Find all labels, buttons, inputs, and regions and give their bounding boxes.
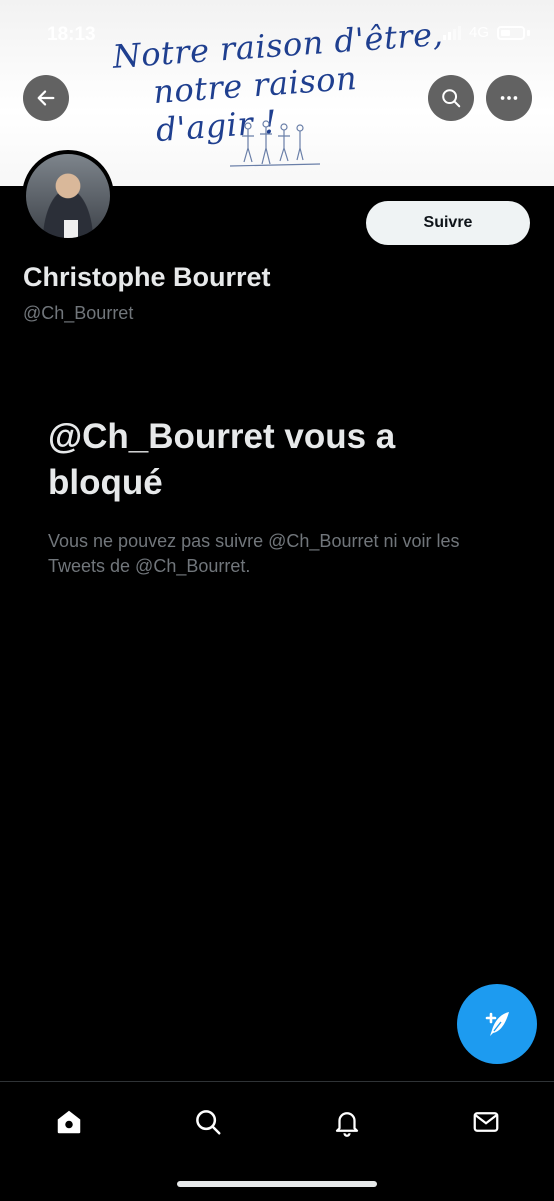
home-icon [57,1110,81,1134]
more-options-button[interactable] [486,75,532,121]
network-type: 4G [468,24,489,41]
avatar-shirt [64,220,78,238]
compose-feather-icon [485,1012,509,1036]
search-button[interactable] [428,75,474,121]
notifications-bell-icon [335,1112,359,1137]
messages-envelope-icon [473,1112,499,1132]
follow-button[interactable]: Suivre [366,201,530,245]
tab-messages[interactable] [466,1102,506,1142]
battery-icon [497,25,525,40]
arrow-left-icon [37,90,55,106]
profile-handle: @Ch_Bourret [23,303,134,323]
banner-figures-illustration [230,120,320,167]
cellular-signal-icon [442,25,461,40]
blocked-description: Vous ne pouvez pas suivre @Ch_Bourret ni… [48,531,460,576]
tab-search[interactable] [188,1102,228,1142]
tab-notifications[interactable] [327,1102,367,1142]
home-indicator [177,1181,377,1187]
compose-tweet-button[interactable] [457,984,537,1064]
more-horizontal-icon [500,96,518,100]
search-icon [442,89,461,108]
avatar[interactable] [22,150,114,242]
status-indicators: 4G [442,24,530,41]
back-button[interactable] [23,75,69,121]
status-time: 18:13 [47,24,96,45]
search-icon [196,1110,221,1135]
battery-tip [527,29,530,36]
tab-home[interactable] [49,1102,89,1142]
profile-name: Christophe Bourret [23,262,271,292]
blocked-title: @Ch_Bourret vous a bloqué [48,417,396,502]
